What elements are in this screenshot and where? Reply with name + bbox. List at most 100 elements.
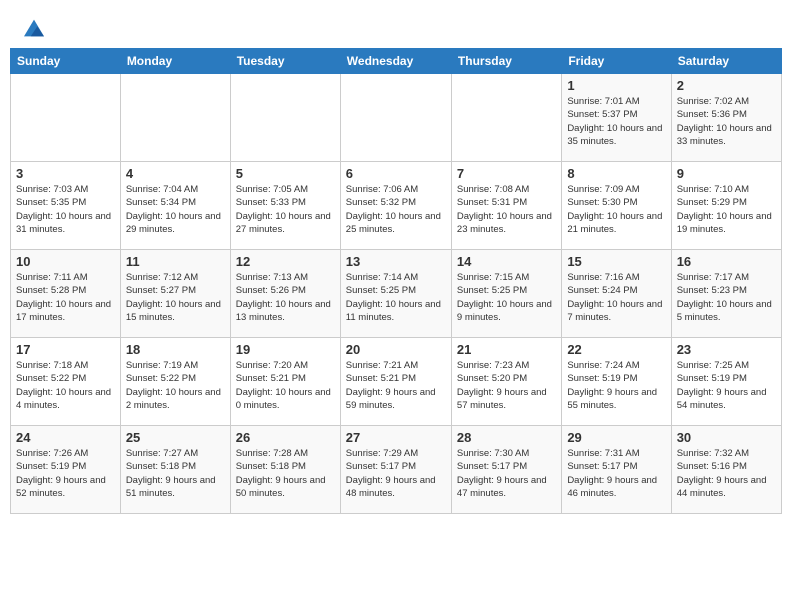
calendar-cell: 23 Sunrise: 7:25 AM Sunset: 5:19 PM Dayli…: [671, 338, 781, 426]
logo: [20, 18, 46, 38]
calendar-cell: 4 Sunrise: 7:04 AM Sunset: 5:34 PM Daylig…: [120, 162, 230, 250]
day-detail: Sunrise: 7:31 AM Sunset: 5:17 PM Dayligh…: [567, 447, 665, 500]
day-detail: Sunrise: 7:09 AM Sunset: 5:30 PM Dayligh…: [567, 183, 665, 236]
day-detail: Sunrise: 7:06 AM Sunset: 5:32 PM Dayligh…: [346, 183, 446, 236]
calendar-cell: 30Sunrise: 7:32 AM Sunset: 5:16 PM Dayli…: [671, 426, 781, 514]
day-detail: Sunrise: 7:29 AM Sunset: 5:17 PM Dayligh…: [346, 447, 446, 500]
day-number: 10: [16, 254, 115, 269]
day-detail: Sunrise: 7:23 AM Sunset: 5:20 PM Dayligh…: [457, 359, 556, 412]
calendar-cell: 5 Sunrise: 7:05 AM Sunset: 5:33 PM Daylig…: [230, 162, 340, 250]
day-detail: Sunrise: 7:11 AM Sunset: 5:28 PM Dayligh…: [16, 271, 115, 324]
day-number: 15: [567, 254, 665, 269]
day-number: 1: [567, 78, 665, 93]
day-detail: Sunrise: 7:12 AM Sunset: 5:27 PM Dayligh…: [126, 271, 225, 324]
calendar-cell: 13 Sunrise: 7:14 AM Sunset: 5:25 PM Dayli…: [340, 250, 451, 338]
day-detail: Sunrise: 7:24 AM Sunset: 5:19 PM Dayligh…: [567, 359, 665, 412]
day-number: 26: [236, 430, 335, 445]
calendar-week-row: 3 Sunrise: 7:03 AM Sunset: 5:35 PM Daylig…: [11, 162, 782, 250]
calendar-header-row: SundayMondayTuesdayWednesdayThursdayFrid…: [11, 49, 782, 74]
calendar-cell: 7 Sunrise: 7:08 AM Sunset: 5:31 PM Daylig…: [451, 162, 561, 250]
day-number: 17: [16, 342, 115, 357]
day-of-week-header: Monday: [120, 49, 230, 74]
calendar-cell: 1 Sunrise: 7:01 AM Sunset: 5:37 PM Daylig…: [562, 74, 671, 162]
day-detail: Sunrise: 7:08 AM Sunset: 5:31 PM Dayligh…: [457, 183, 556, 236]
day-number: 28: [457, 430, 556, 445]
day-detail: Sunrise: 7:10 AM Sunset: 5:29 PM Dayligh…: [677, 183, 776, 236]
calendar-cell: 2 Sunrise: 7:02 AM Sunset: 5:36 PM Daylig…: [671, 74, 781, 162]
calendar-cell: 16 Sunrise: 7:17 AM Sunset: 5:23 PM Dayli…: [671, 250, 781, 338]
page-header: [10, 10, 782, 44]
calendar-cell: [11, 74, 121, 162]
day-detail: Sunrise: 7:19 AM Sunset: 5:22 PM Dayligh…: [126, 359, 225, 412]
day-detail: Sunrise: 7:17 AM Sunset: 5:23 PM Dayligh…: [677, 271, 776, 324]
day-number: 12: [236, 254, 335, 269]
day-number: 30: [677, 430, 776, 445]
day-of-week-header: Friday: [562, 49, 671, 74]
day-of-week-header: Tuesday: [230, 49, 340, 74]
calendar-cell: 9 Sunrise: 7:10 AM Sunset: 5:29 PM Daylig…: [671, 162, 781, 250]
logo-icon: [24, 18, 44, 38]
day-of-week-header: Wednesday: [340, 49, 451, 74]
day-detail: Sunrise: 7:18 AM Sunset: 5:22 PM Dayligh…: [16, 359, 115, 412]
day-detail: Sunrise: 7:30 AM Sunset: 5:17 PM Dayligh…: [457, 447, 556, 500]
calendar-cell: 28 Sunrise: 7:30 AM Sunset: 5:17 PM Dayli…: [451, 426, 561, 514]
day-number: 14: [457, 254, 556, 269]
calendar-cell: 19Sunrise: 7:20 AM Sunset: 5:21 PM Dayli…: [230, 338, 340, 426]
day-of-week-header: Saturday: [671, 49, 781, 74]
day-number: 8: [567, 166, 665, 181]
day-of-week-header: Thursday: [451, 49, 561, 74]
day-number: 25: [126, 430, 225, 445]
day-detail: Sunrise: 7:27 AM Sunset: 5:18 PM Dayligh…: [126, 447, 225, 500]
day-number: 19: [236, 342, 335, 357]
day-of-week-header: Sunday: [11, 49, 121, 74]
day-number: 11: [126, 254, 225, 269]
day-detail: Sunrise: 7:15 AM Sunset: 5:25 PM Dayligh…: [457, 271, 556, 324]
day-detail: Sunrise: 7:05 AM Sunset: 5:33 PM Dayligh…: [236, 183, 335, 236]
calendar-cell: 14 Sunrise: 7:15 AM Sunset: 5:25 PM Dayli…: [451, 250, 561, 338]
calendar-cell: 6Sunrise: 7:06 AM Sunset: 5:32 PM Daylig…: [340, 162, 451, 250]
calendar-table: SundayMondayTuesdayWednesdayThursdayFrid…: [10, 48, 782, 514]
day-number: 13: [346, 254, 446, 269]
calendar-cell: 26 Sunrise: 7:28 AM Sunset: 5:18 PM Dayli…: [230, 426, 340, 514]
day-detail: Sunrise: 7:28 AM Sunset: 5:18 PM Dayligh…: [236, 447, 335, 500]
day-number: 4: [126, 166, 225, 181]
calendar-cell: 27 Sunrise: 7:29 AM Sunset: 5:17 PM Dayli…: [340, 426, 451, 514]
day-number: 29: [567, 430, 665, 445]
day-detail: Sunrise: 7:04 AM Sunset: 5:34 PM Dayligh…: [126, 183, 225, 236]
calendar-cell: 3 Sunrise: 7:03 AM Sunset: 5:35 PM Daylig…: [11, 162, 121, 250]
calendar-cell: 15 Sunrise: 7:16 AM Sunset: 5:24 PM Dayli…: [562, 250, 671, 338]
day-number: 9: [677, 166, 776, 181]
day-detail: Sunrise: 7:02 AM Sunset: 5:36 PM Dayligh…: [677, 95, 776, 148]
calendar-cell: 10 Sunrise: 7:11 AM Sunset: 5:28 PM Dayli…: [11, 250, 121, 338]
day-number: 18: [126, 342, 225, 357]
calendar-cell: 11 Sunrise: 7:12 AM Sunset: 5:27 PM Dayli…: [120, 250, 230, 338]
day-number: 23: [677, 342, 776, 357]
day-number: 7: [457, 166, 556, 181]
calendar-week-row: 24 Sunrise: 7:26 AM Sunset: 5:19 PM Dayli…: [11, 426, 782, 514]
day-detail: Sunrise: 7:01 AM Sunset: 5:37 PM Dayligh…: [567, 95, 665, 148]
day-number: 16: [677, 254, 776, 269]
calendar-week-row: 1 Sunrise: 7:01 AM Sunset: 5:37 PM Daylig…: [11, 74, 782, 162]
day-detail: Sunrise: 7:16 AM Sunset: 5:24 PM Dayligh…: [567, 271, 665, 324]
calendar-cell: 17 Sunrise: 7:18 AM Sunset: 5:22 PM Dayli…: [11, 338, 121, 426]
day-detail: Sunrise: 7:26 AM Sunset: 5:19 PM Dayligh…: [16, 447, 115, 500]
calendar-cell: [230, 74, 340, 162]
day-detail: Sunrise: 7:25 AM Sunset: 5:19 PM Dayligh…: [677, 359, 776, 412]
day-number: 5: [236, 166, 335, 181]
day-detail: Sunrise: 7:13 AM Sunset: 5:26 PM Dayligh…: [236, 271, 335, 324]
calendar-cell: 8 Sunrise: 7:09 AM Sunset: 5:30 PM Daylig…: [562, 162, 671, 250]
day-detail: Sunrise: 7:03 AM Sunset: 5:35 PM Dayligh…: [16, 183, 115, 236]
day-detail: Sunrise: 7:21 AM Sunset: 5:21 PM Dayligh…: [346, 359, 446, 412]
day-number: 20: [346, 342, 446, 357]
day-number: 2: [677, 78, 776, 93]
calendar-cell: [340, 74, 451, 162]
day-number: 21: [457, 342, 556, 357]
calendar-cell: 20 Sunrise: 7:21 AM Sunset: 5:21 PM Dayli…: [340, 338, 451, 426]
day-number: 3: [16, 166, 115, 181]
day-number: 24: [16, 430, 115, 445]
day-number: 27: [346, 430, 446, 445]
day-detail: Sunrise: 7:14 AM Sunset: 5:25 PM Dayligh…: [346, 271, 446, 324]
calendar-cell: 21 Sunrise: 7:23 AM Sunset: 5:20 PM Dayli…: [451, 338, 561, 426]
calendar-cell: 29 Sunrise: 7:31 AM Sunset: 5:17 PM Dayli…: [562, 426, 671, 514]
calendar-cell: 25 Sunrise: 7:27 AM Sunset: 5:18 PM Dayli…: [120, 426, 230, 514]
